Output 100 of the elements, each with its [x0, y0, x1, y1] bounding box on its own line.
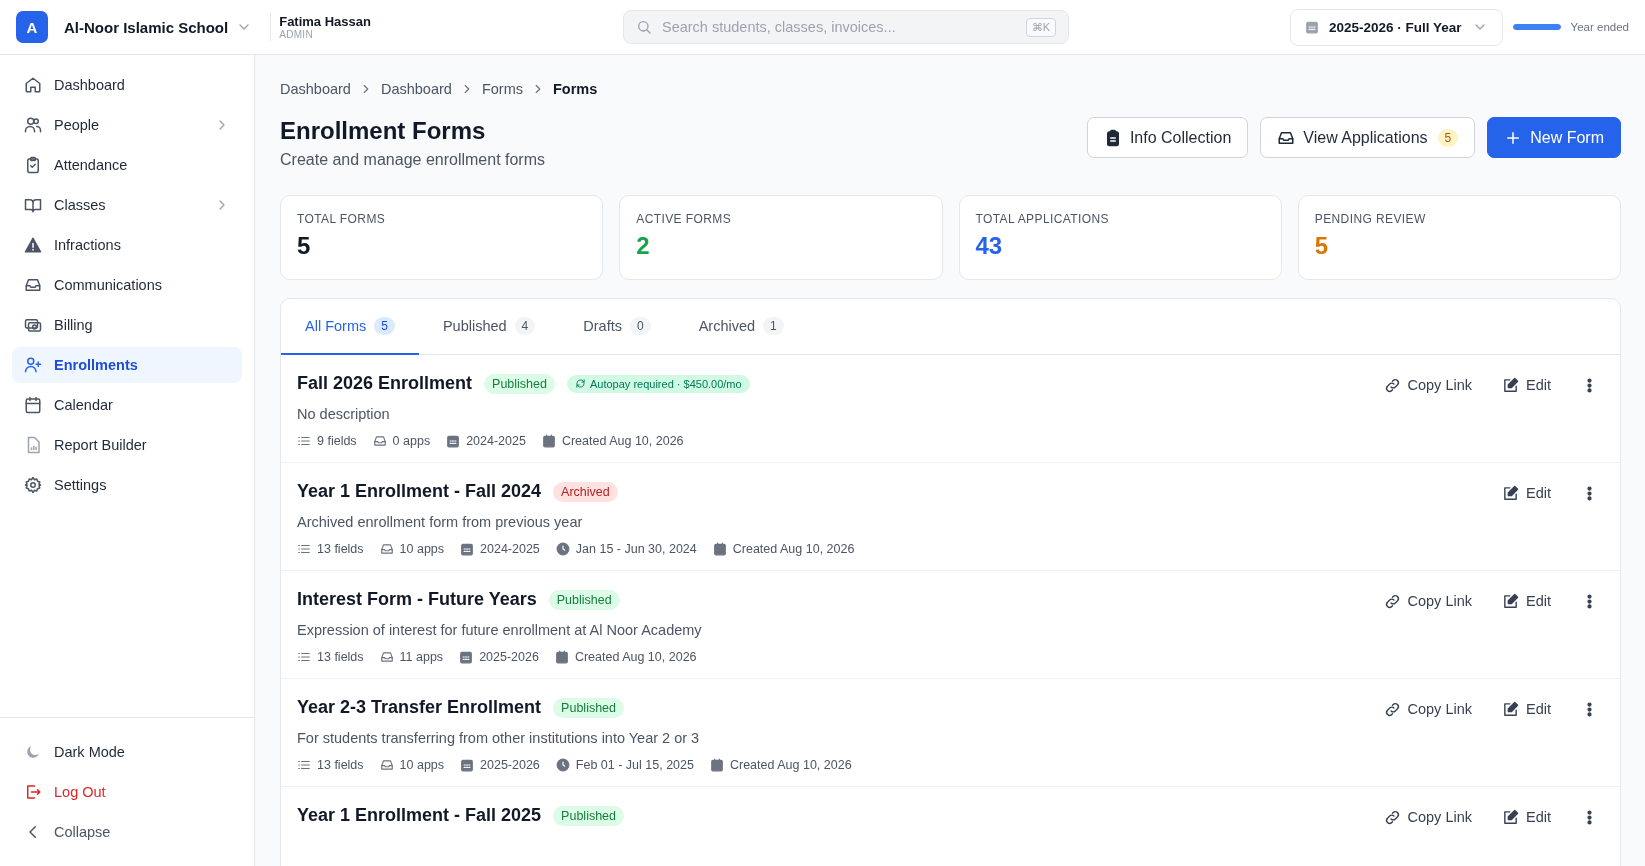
- breadcrumb-link[interactable]: Dashboard: [380, 81, 452, 97]
- sidebar-item[interactable]: Settings: [12, 467, 242, 503]
- meta-text: Jan 15 - Jun 30, 2024: [575, 542, 697, 556]
- meta-text: 9 fields: [317, 434, 357, 448]
- count-badge: 5: [1437, 128, 1459, 147]
- calendar-icon: [459, 650, 474, 664]
- page-subtitle: Create and manage enrollment forms: [280, 151, 547, 169]
- meta-text: 13 fields: [317, 650, 364, 664]
- edit-button[interactable]: Edit: [1502, 591, 1551, 611]
- status-badge: Archived: [553, 481, 618, 502]
- edit-icon: [1502, 808, 1519, 826]
- autopay-badge: Autopay required · $450.00/mo: [566, 374, 750, 393]
- inbox-icon: [379, 758, 394, 772]
- search-input[interactable]: Search students, classes, invoices...: [659, 18, 1018, 36]
- school-switcher[interactable]: Al-Noor Islamic School: [64, 18, 253, 36]
- calendar-icon: [24, 396, 42, 414]
- breadcrumb-link[interactable]: Dashboard: [280, 81, 351, 97]
- edit-button[interactable]: Edit: [1502, 807, 1551, 827]
- sidebar-item[interactable]: Enrollments: [12, 347, 242, 383]
- form-title[interactable]: Year 2-3 Transfer Enrollment: [297, 697, 542, 718]
- meta-text: 11 apps: [399, 650, 444, 664]
- copy-link-button[interactable]: Copy Link: [1383, 375, 1472, 395]
- year-selector[interactable]: 2025-2026 · Full Year: [1290, 8, 1503, 46]
- copy-link-button[interactable]: Copy Link: [1383, 807, 1472, 827]
- count-badge: 4: [514, 317, 536, 335]
- meta-text: 0 apps: [392, 434, 431, 448]
- count-badge: 1: [763, 317, 784, 335]
- sidebar-item[interactable]: Log Out: [12, 774, 242, 810]
- link-icon: [1383, 592, 1401, 610]
- inbox-icon: [379, 542, 394, 556]
- sidebar-item[interactable]: Infractions: [12, 227, 242, 263]
- sidebar-item[interactable]: Dark Mode: [12, 734, 242, 770]
- people-icon: [24, 116, 42, 134]
- money-icon: [24, 316, 42, 334]
- edit-button[interactable]: Edit: [1502, 483, 1551, 503]
- user-role: ADMIN: [279, 29, 314, 40]
- shortcut-hint: ⌘K: [1025, 17, 1056, 37]
- meta-text: 10 apps: [399, 542, 445, 556]
- form-description: For students transferring from other institutions into Year 2 or 3: [297, 730, 701, 746]
- meta-text: 2024-2025: [466, 434, 526, 448]
- inbox-icon: [379, 650, 394, 664]
- inbox-icon: [372, 434, 387, 448]
- meta-text: 2024-2025: [480, 542, 540, 556]
- meta-text: Created Aug 10, 2026: [729, 758, 852, 772]
- count-badge: 5: [374, 317, 395, 335]
- form-description: No description: [297, 406, 391, 422]
- new-form-button[interactable]: New Form: [1487, 117, 1621, 158]
- tab[interactable]: Drafts 0: [559, 299, 675, 355]
- sidebar-item[interactable]: Dashboard: [12, 67, 242, 103]
- form-title[interactable]: Year 1 Enrollment - Fall 2024: [297, 481, 542, 502]
- status-badge: Published: [553, 805, 624, 826]
- sidebar-item[interactable]: People: [12, 107, 242, 143]
- meta-text: 2025-2026: [480, 758, 540, 772]
- search-icon: [635, 19, 652, 35]
- meta-text: Created Aug 10, 2026: [732, 542, 855, 556]
- view-applications-button[interactable]: View Applications 5: [1260, 117, 1476, 158]
- sidebar-item[interactable]: Classes: [12, 187, 242, 223]
- form-title[interactable]: Fall 2026 Enrollment: [297, 373, 473, 394]
- edit-icon: [1502, 592, 1519, 610]
- count-badge: 0: [629, 317, 651, 335]
- meta-text: 13 fields: [317, 758, 364, 772]
- calendar-icon: [446, 434, 461, 448]
- clipboard-check-icon: [24, 156, 42, 174]
- meta-text: 13 fields: [317, 542, 364, 556]
- breadcrumb-link[interactable]: Forms: [552, 81, 598, 97]
- breadcrumb-link[interactable]: Forms: [481, 81, 523, 97]
- user-name: Fatima Hassan: [279, 14, 371, 29]
- status-badge: Published: [484, 373, 555, 394]
- sidebar-item[interactable]: Attendance: [12, 147, 242, 183]
- sidebar-item[interactable]: Calendar: [12, 387, 242, 423]
- clock-icon: [555, 758, 570, 772]
- tab[interactable]: All Forms 5: [281, 299, 419, 355]
- link-icon: [1383, 376, 1401, 394]
- copy-link-button[interactable]: Copy Link: [1383, 591, 1472, 611]
- meta-text: 2025-2026: [479, 650, 539, 664]
- form-title[interactable]: Interest Form - Future Years: [297, 589, 537, 610]
- edit-button[interactable]: Edit: [1502, 699, 1551, 719]
- school-logo[interactable]: A: [16, 11, 48, 43]
- copy-link-button[interactable]: Copy Link: [1383, 699, 1472, 719]
- sidebar-item[interactable]: Billing: [12, 307, 242, 343]
- info-collection-button[interactable]: Info Collection: [1086, 117, 1249, 158]
- gear-icon: [24, 476, 42, 494]
- stat-value: 5: [1314, 232, 1330, 260]
- status-badge: Published: [548, 589, 620, 610]
- logout-icon: [24, 783, 42, 801]
- list-icon: [297, 650, 311, 664]
- calendar-icon: [554, 650, 569, 664]
- clock-icon: [555, 542, 570, 556]
- sidebar-item[interactable]: Communications: [12, 267, 242, 303]
- stat-value: 5: [297, 232, 312, 260]
- sidebar-item[interactable]: Collapse: [12, 814, 242, 850]
- tab[interactable]: Published 4: [418, 299, 560, 355]
- calendar-icon: [541, 434, 556, 448]
- tab[interactable]: Archived 1: [674, 299, 808, 355]
- sidebar-item[interactable]: Report Builder: [12, 427, 242, 463]
- edit-icon: [1502, 376, 1519, 394]
- stat-label: PENDING REVIEW: [1314, 212, 1427, 226]
- edit-button[interactable]: Edit: [1502, 375, 1551, 395]
- form-title[interactable]: Year 1 Enrollment - Fall 2025: [297, 805, 542, 826]
- edit-icon: [1502, 700, 1519, 718]
